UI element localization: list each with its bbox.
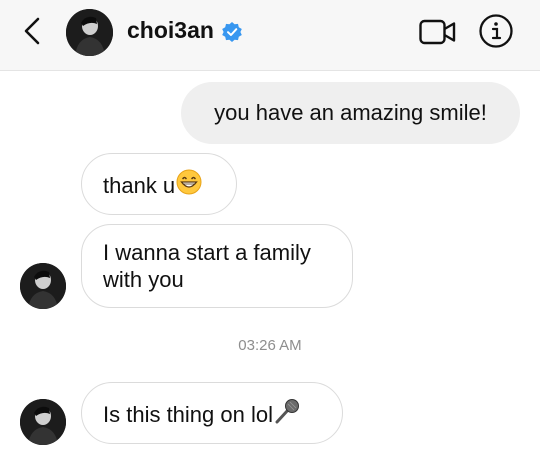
microphone-icon [274, 398, 300, 430]
video-camera-icon [419, 19, 456, 45]
header-avatar[interactable] [66, 9, 113, 56]
profile-silhouette-icon [20, 399, 66, 445]
username[interactable]: choi3an [127, 17, 214, 44]
info-icon [479, 14, 513, 48]
sender-avatar[interactable] [20, 263, 66, 309]
message-text: thank u [103, 172, 176, 198]
video-call-button[interactable] [419, 19, 457, 45]
grinning-face-icon [176, 169, 202, 201]
incoming-message-bubble[interactable]: I wanna start a family with you [81, 224, 353, 308]
profile-silhouette-icon [20, 263, 66, 309]
message-text: you have an amazing smile! [214, 100, 487, 125]
incoming-message-bubble[interactable]: thank u [81, 153, 237, 215]
message-timestamp: 03:26 AM [238, 337, 302, 354]
outgoing-message-bubble[interactable]: you have an amazing smile! [181, 82, 520, 144]
back-chevron-icon [24, 17, 40, 45]
profile-silhouette-icon [66, 9, 113, 56]
chat-header: choi3an [0, 0, 540, 71]
message-text: Is this thing on lol [103, 401, 273, 427]
message-text-line: with you [103, 267, 184, 292]
message-text-line: I wanna start a family [103, 240, 311, 265]
incoming-message-bubble[interactable]: Is this thing on lol [81, 382, 343, 444]
info-button[interactable] [478, 13, 514, 49]
sender-avatar[interactable] [20, 399, 66, 445]
back-button[interactable] [20, 16, 46, 46]
verified-badge-icon [222, 22, 242, 42]
